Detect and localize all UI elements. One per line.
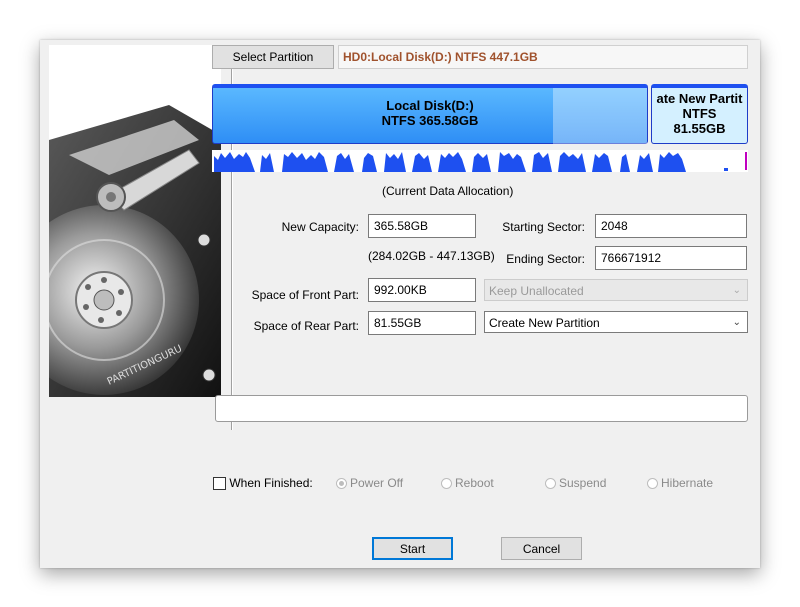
rear-space-label: Space of Rear Part: <box>253 319 359 333</box>
when-finished-label: When Finished: <box>229 476 313 490</box>
new-capacity-input[interactable]: 365.58GB <box>368 214 476 238</box>
new-partition-name: ate New Partit <box>656 91 743 106</box>
ending-sector-input[interactable]: 766671912 <box>595 246 747 270</box>
start-button[interactable]: Start <box>372 537 453 560</box>
rear-space-option-select[interactable]: Create New Partition ⌄ <box>484 311 748 333</box>
radio-icon <box>545 478 556 489</box>
select-partition-button[interactable]: Select Partition <box>212 45 334 69</box>
cancel-button[interactable]: Cancel <box>501 537 582 560</box>
new-partition-block[interactable]: ate New Partit NTFS 81.55GB <box>651 84 748 144</box>
resize-partition-dialog: PARTITIONGURU Select Partition HD0:Local… <box>40 40 760 568</box>
primary-partition-name: Local Disk(D:) <box>386 98 474 113</box>
radio-icon <box>647 478 658 489</box>
starting-sector-label: Starting Sector: <box>502 220 585 234</box>
rear-space-option-value: Create New Partition <box>489 316 600 330</box>
front-space-input[interactable]: 992.00KB <box>368 278 476 302</box>
reboot-label: Reboot <box>455 476 494 490</box>
primary-partition-block[interactable]: Local Disk(D:) NTFS 365.58GB <box>212 84 648 144</box>
radio-selected-icon <box>336 478 347 489</box>
power-off-radio[interactable]: Power Off <box>336 476 403 490</box>
ending-sector-label: Ending Sector: <box>506 252 585 266</box>
front-space-option-value: Keep Unallocated <box>489 284 584 298</box>
suspend-radio[interactable]: Suspend <box>545 476 606 490</box>
allocation-caption: (Current Data Allocation) <box>382 184 514 198</box>
data-allocation-graph <box>212 150 748 172</box>
chevron-down-icon: ⌄ <box>732 285 741 296</box>
front-space-option-select[interactable]: Keep Unallocated ⌄ <box>484 279 748 301</box>
power-off-label: Power Off <box>350 476 404 490</box>
capacity-range-text: (284.02GB - 447.13GB) <box>368 249 495 263</box>
when-finished-checkbox[interactable] <box>213 477 226 490</box>
new-partition-size: 81.55GB <box>673 121 726 136</box>
selected-partition-display: HD0:Local Disk(D:) NTFS 447.1GB <box>338 45 748 69</box>
front-space-label: Space of Front Part: <box>251 288 359 302</box>
new-capacity-label: New Capacity: <box>281 220 359 234</box>
rear-space-input[interactable]: 81.55GB <box>368 311 476 335</box>
reboot-radio[interactable]: Reboot <box>441 476 494 490</box>
radio-icon <box>441 478 452 489</box>
progress-box <box>215 395 748 422</box>
new-partition-fs: NTFS <box>682 106 717 121</box>
suspend-label: Suspend <box>559 476 607 490</box>
hibernate-label: Hibernate <box>661 476 714 490</box>
starting-sector-input[interactable]: 2048 <box>595 214 747 238</box>
chevron-down-icon: ⌄ <box>732 317 741 328</box>
primary-partition-detail: NTFS 365.58GB <box>381 113 479 128</box>
hard-drive-artwork: PARTITIONGURU <box>49 45 221 397</box>
when-finished-checkbox-group[interactable]: When Finished: <box>213 476 313 490</box>
hibernate-radio[interactable]: Hibernate <box>647 476 713 490</box>
